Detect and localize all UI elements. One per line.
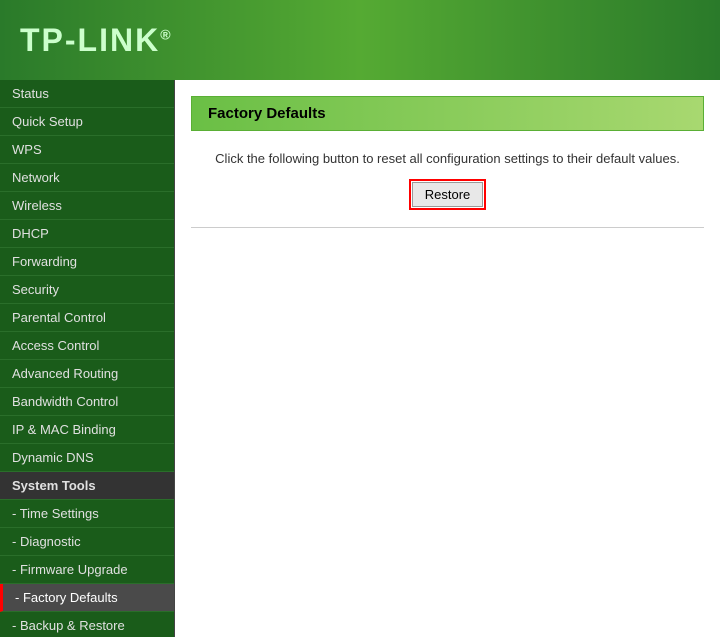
layout: StatusQuick SetupWPSNetworkWirelessDHCPF… (0, 80, 720, 637)
sidebar-item-diagnostic[interactable]: - Diagnostic (0, 528, 174, 556)
restore-button[interactable]: Restore (412, 182, 484, 207)
sidebar-item-forwarding[interactable]: Forwarding (0, 248, 174, 276)
sidebar-item-firmware-upgrade[interactable]: - Firmware Upgrade (0, 556, 174, 584)
divider (191, 227, 704, 228)
sidebar-item-ip-mac-binding[interactable]: IP & MAC Binding (0, 416, 174, 444)
description-text: Click the following button to reset all … (191, 151, 704, 166)
sidebar-item-security[interactable]: Security (0, 276, 174, 304)
sidebar-item-access-control[interactable]: Access Control (0, 332, 174, 360)
sidebar-item-bandwidth-control[interactable]: Bandwidth Control (0, 388, 174, 416)
sidebar-item-quick-setup[interactable]: Quick Setup (0, 108, 174, 136)
sidebar-item-parental-control[interactable]: Parental Control (0, 304, 174, 332)
sidebar-item-dynamic-dns[interactable]: Dynamic DNS (0, 444, 174, 472)
sidebar-item-system-tools[interactable]: System Tools (0, 472, 174, 500)
content-area: Click the following button to reset all … (175, 131, 720, 268)
sidebar-item-factory-defaults[interactable]: - Factory Defaults (0, 584, 174, 612)
sidebar-item-wireless[interactable]: Wireless (0, 192, 174, 220)
sidebar-item-advanced-routing[interactable]: Advanced Routing (0, 360, 174, 388)
sidebar-item-wps[interactable]: WPS (0, 136, 174, 164)
sidebar-item-network[interactable]: Network (0, 164, 174, 192)
sidebar: StatusQuick SetupWPSNetworkWirelessDHCPF… (0, 80, 175, 637)
header: TP-LINK® (0, 0, 720, 80)
main-content: Factory Defaults Click the following but… (175, 80, 720, 637)
logo-tm: ® (160, 26, 172, 42)
sidebar-item-dhcp[interactable]: DHCP (0, 220, 174, 248)
logo: TP-LINK® (20, 22, 173, 59)
page-title: Factory Defaults (208, 105, 687, 122)
logo-text: TP-LINK (20, 22, 160, 58)
page-header-bar: Factory Defaults (191, 96, 704, 131)
sidebar-item-backup-restore[interactable]: - Backup & Restore (0, 612, 174, 637)
sidebar-item-time-settings[interactable]: - Time Settings (0, 500, 174, 528)
sidebar-item-status[interactable]: Status (0, 80, 174, 108)
